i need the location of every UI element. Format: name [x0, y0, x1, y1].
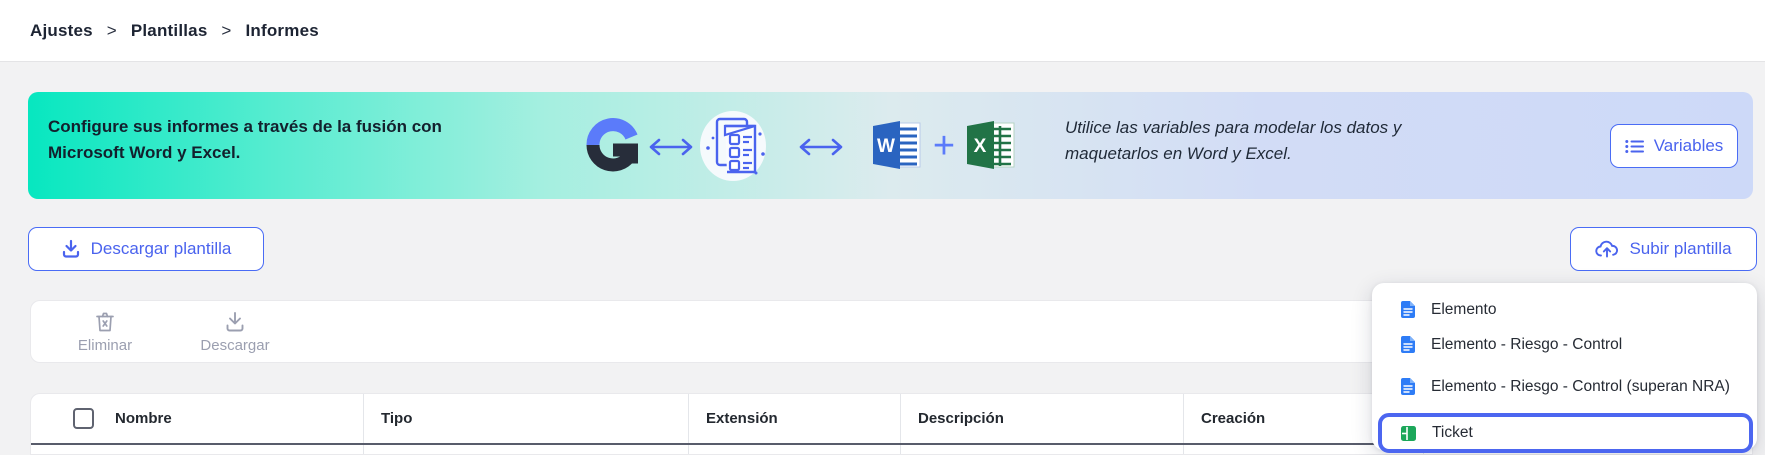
column-header-nombre: Nombre: [31, 394, 364, 443]
breadcrumb-separator: >: [221, 21, 231, 40]
svg-text:W: W: [877, 136, 895, 157]
variables-button[interactable]: Variables: [1610, 124, 1738, 168]
banner-hint: Utilice las variables para modelar los d…: [1065, 115, 1430, 167]
plus-sign: +: [926, 122, 962, 170]
download-template-button[interactable]: Descargar plantilla: [28, 227, 264, 271]
dropdown-item-elemento-riesgo-control-superan-nra[interactable]: Elemento - Riesgo - Control (superan NRA…: [1372, 362, 1757, 410]
column-header-extension: Extensión: [689, 394, 901, 443]
download-selected-button[interactable]: Descargar: [187, 310, 283, 354]
dropdown-item-ticket[interactable]: Ticket: [1378, 413, 1753, 453]
select-all-checkbox[interactable]: [73, 408, 94, 429]
delete-label: Eliminar: [78, 337, 132, 354]
sync-arrow-icon: [798, 138, 844, 156]
dropdown-item-label: Ticket: [1432, 424, 1473, 442]
download-icon: [61, 239, 81, 259]
trash-icon: [93, 310, 117, 334]
breadcrumb-ajustes[interactable]: Ajustes: [30, 21, 93, 40]
column-header-descripcion: Descripción: [901, 394, 1184, 443]
download-template-label: Descargar plantilla: [91, 239, 232, 259]
info-banner: Configure sus informes a través de la fu…: [28, 92, 1753, 199]
variables-button-label: Variables: [1654, 136, 1724, 156]
dropdown-item-elemento-riesgo-control[interactable]: Elemento - Riesgo - Control: [1372, 327, 1757, 362]
breadcrumb-plantillas[interactable]: Plantillas: [131, 21, 208, 40]
upload-template-label: Subir plantilla: [1629, 239, 1731, 259]
dropdown-item-label: Elemento - Riesgo - Control (superan NRA…: [1431, 377, 1730, 396]
template-checklist-icon: [690, 102, 776, 188]
download-icon: [223, 310, 247, 334]
banner-message: Configure sus informes a través de la fu…: [48, 114, 478, 166]
upload-template-button[interactable]: Subir plantilla: [1570, 227, 1757, 271]
breadcrumb-separator: >: [107, 21, 117, 40]
upload-template-dropdown: Elemento Elemento - Riesgo - Control: [1372, 283, 1757, 450]
list-icon: [1625, 139, 1644, 154]
column-header-tipo: Tipo: [364, 394, 689, 443]
dropdown-item-elemento[interactable]: Elemento: [1372, 292, 1757, 327]
ms-excel-icon: X: [964, 118, 1018, 172]
dropdown-item-label: Elemento: [1431, 300, 1496, 319]
blue-doc-icon: [1400, 300, 1416, 319]
cloud-upload-icon: [1595, 240, 1619, 258]
delete-button[interactable]: Eliminar: [57, 310, 153, 354]
dropdown-item-label: Elemento - Riesgo - Control: [1431, 335, 1622, 354]
breadcrumb: Ajustes > Plantillas > Informes: [30, 21, 319, 41]
download-selected-label: Descargar: [200, 337, 269, 354]
app-g-logo-icon: [585, 117, 641, 173]
ms-word-icon: W: [870, 118, 924, 172]
green-sheet-icon: [1400, 425, 1417, 442]
blue-doc-icon: [1400, 335, 1416, 354]
svg-text:X: X: [974, 136, 987, 157]
top-bar: Ajustes > Plantillas > Informes: [0, 0, 1765, 62]
sync-arrow-icon: [648, 138, 694, 156]
breadcrumb-informes[interactable]: Informes: [245, 21, 318, 40]
blue-doc-icon: [1400, 377, 1416, 396]
